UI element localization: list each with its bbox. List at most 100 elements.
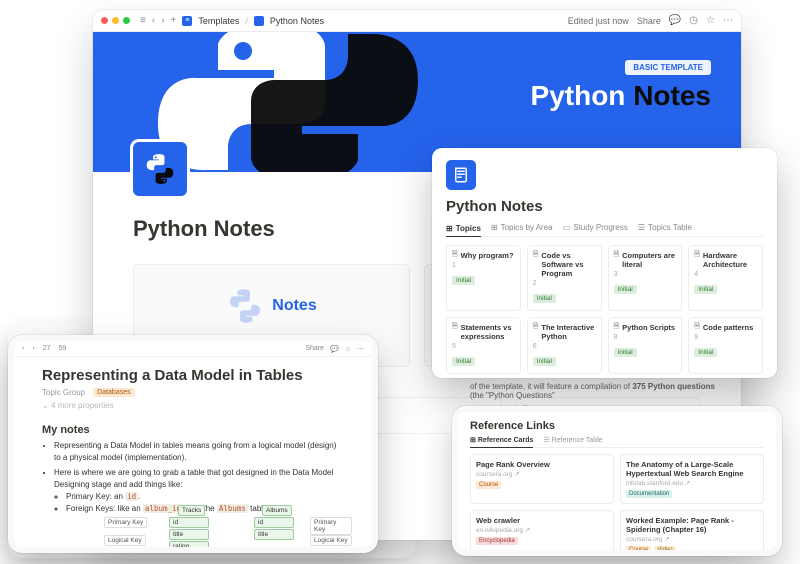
doc-icon: 🗎 [452,323,458,341]
tag-chip: Documentation [626,490,672,498]
reference-card[interactable]: Web crawleren.wikipedia.org ↗Encyclopedi… [470,510,614,550]
template-badge: BASIC TEMPLATE [625,60,711,75]
breadcrumb-separator: / [245,16,248,26]
close-icon[interactable] [101,17,108,24]
python-icon [254,16,264,26]
reference-card-title: Web crawler [476,516,608,525]
topic-name: Why program? [461,251,514,260]
note-title: Representing a Data Model in Tables [14,357,372,388]
tag-databases[interactable]: Databases [93,388,134,397]
reference-card-url: coursera.org ↗ [626,535,758,543]
nav-num: 27 [43,345,51,352]
tab-topics[interactable]: ⊞Topics [446,223,481,237]
status-pill: Initial [533,294,556,303]
star-icon[interactable]: ☆ [345,345,351,353]
topic-name: Statements vs expressions [461,323,515,341]
topic-name: Python Scripts [622,323,675,332]
reference-card-title: The Anatomy of a Large-Scale Hypertextua… [626,460,758,478]
traffic-lights[interactable] [101,17,130,24]
status-pill: Initial [694,348,717,357]
more-icon[interactable]: ⋯ [723,15,733,26]
topics-tabs: ⊞Topics ⊞Topics by Area ▭Study Progress … [446,223,763,237]
star-icon[interactable]: ☆ [706,15,715,26]
minimize-icon[interactable] [112,17,119,24]
tag-chip: Video [654,546,675,550]
topic-card[interactable]: 🗎Statements vs expressions 5 Initial [446,317,521,374]
tab-topics-by-area[interactable]: ⊞Topics by Area [491,223,553,232]
tag-chip: Course [476,481,501,489]
topic-card[interactable]: 🗎The Interactive Python 6 Initial [527,317,602,374]
forward-icon[interactable]: › [161,15,164,26]
reference-title: Reference Links [470,420,764,432]
topic-number: 8 [614,334,677,341]
back-icon[interactable]: ‹ [152,15,155,26]
topic-number: 5 [452,343,515,350]
share-button[interactable]: Share [637,16,661,26]
more-properties[interactable]: ⌄ 4 more properties [14,397,372,414]
status-pill: Initial [694,285,717,294]
topic-name: The Interactive Python [541,323,595,341]
edited-label: Edited just now [568,16,629,26]
doc-icon: 🗎 [694,323,700,332]
topic-number: 6 [533,343,596,350]
status-pill: Initial [533,357,556,366]
topic-number: 3 [614,271,677,278]
tab-reference-cards[interactable]: ⊞ Reference Cards [470,436,533,448]
new-icon[interactable]: + [171,15,177,26]
topic-number: 4 [694,271,757,278]
tab-study-progress[interactable]: ▭Study Progress [563,223,628,232]
reference-card[interactable]: Worked Example: Page Rank - Spidering (C… [620,510,764,550]
comments-icon[interactable]: 💬 [330,345,339,353]
reference-card-url: infolab.stanford.edu ↗ [626,479,758,487]
nav-num: 59 [58,345,66,352]
python-icon [226,287,264,325]
doc-icon: 🗎 [533,251,539,278]
tab-reference-table[interactable]: ☰ Reference Table [543,436,602,444]
status-pill: Initial [614,285,637,294]
forward-icon[interactable]: › [32,345,34,352]
doc-icon: 🗎 [614,251,620,269]
topic-name: Computers are literal [622,251,676,269]
status-pill: Initial [452,357,475,366]
reference-card-url: coursera.org ↗ [476,470,608,478]
sidebar-toggle-icon[interactable]: ≡ [140,15,146,26]
tag-chip: Course [626,546,651,550]
reference-card[interactable]: Page Rank Overviewcoursera.org ↗Course [470,454,614,504]
doc-icon: 🗎 [694,251,700,269]
topic-card[interactable]: 🗎Python Scripts8Initial [608,317,683,374]
share-button[interactable]: Share [305,345,324,353]
book-icon [446,160,476,190]
doc-icon: 🗎 [452,251,458,260]
status-pill: Initial [614,348,637,357]
topics-window: Python Notes ⊞Topics ⊞Topics by Area ▭St… [432,148,777,378]
note-window: ‹ › 27 59 Share 💬 ☆ ⋯ Representing a Dat… [8,335,378,553]
description-text: of the template, it will feature a compi… [470,382,730,400]
topic-card[interactable]: 🗎Hardware Architecture 4 Initial [688,245,763,311]
breadcrumb-page[interactable]: Python Notes [270,16,324,26]
tab-topics-table[interactable]: ☰Topics Table [638,223,692,232]
topic-card[interactable]: 🗎Why program?1Initial [446,245,521,311]
topic-name: Code vs Software vs Program [541,251,595,278]
comments-icon[interactable]: 💬 [669,15,681,26]
reference-card-url: en.wikipedia.org ↗ [476,526,608,534]
reference-card[interactable]: The Anatomy of a Large-Scale Hypertextua… [620,454,764,504]
doc-icon: 🗎 [533,323,539,341]
topic-name: Hardware Architecture [703,251,757,269]
er-diagram: Tracks id title rating Albums id title P… [74,505,352,547]
topic-card[interactable]: 🗎Code vs Software vs Program 2 Initial [527,245,602,311]
breadcrumb-templates[interactable]: Templates [198,16,239,26]
status-pill: Initial [452,276,475,285]
clock-icon[interactable]: ◷ [689,15,698,26]
topic-card[interactable]: 🗎Computers are literal 3 Initial [608,245,683,311]
topics-title: Python Notes [446,198,763,215]
meta-label: Topic Group [42,388,85,397]
topics-grid: 🗎Why program?1Initial🗎Code vs Software v… [446,245,763,378]
back-icon[interactable]: ‹ [22,345,24,352]
card-word: Notes [272,297,316,315]
more-icon[interactable]: ⋯ [357,345,364,353]
page-icon[interactable] [133,142,187,196]
topic-card[interactable]: 🗎Code patterns9Initial [688,317,763,374]
note-body: Representing a Data Model in tables mean… [14,440,372,515]
maximize-icon[interactable] [123,17,130,24]
topic-number: 2 [533,280,596,287]
